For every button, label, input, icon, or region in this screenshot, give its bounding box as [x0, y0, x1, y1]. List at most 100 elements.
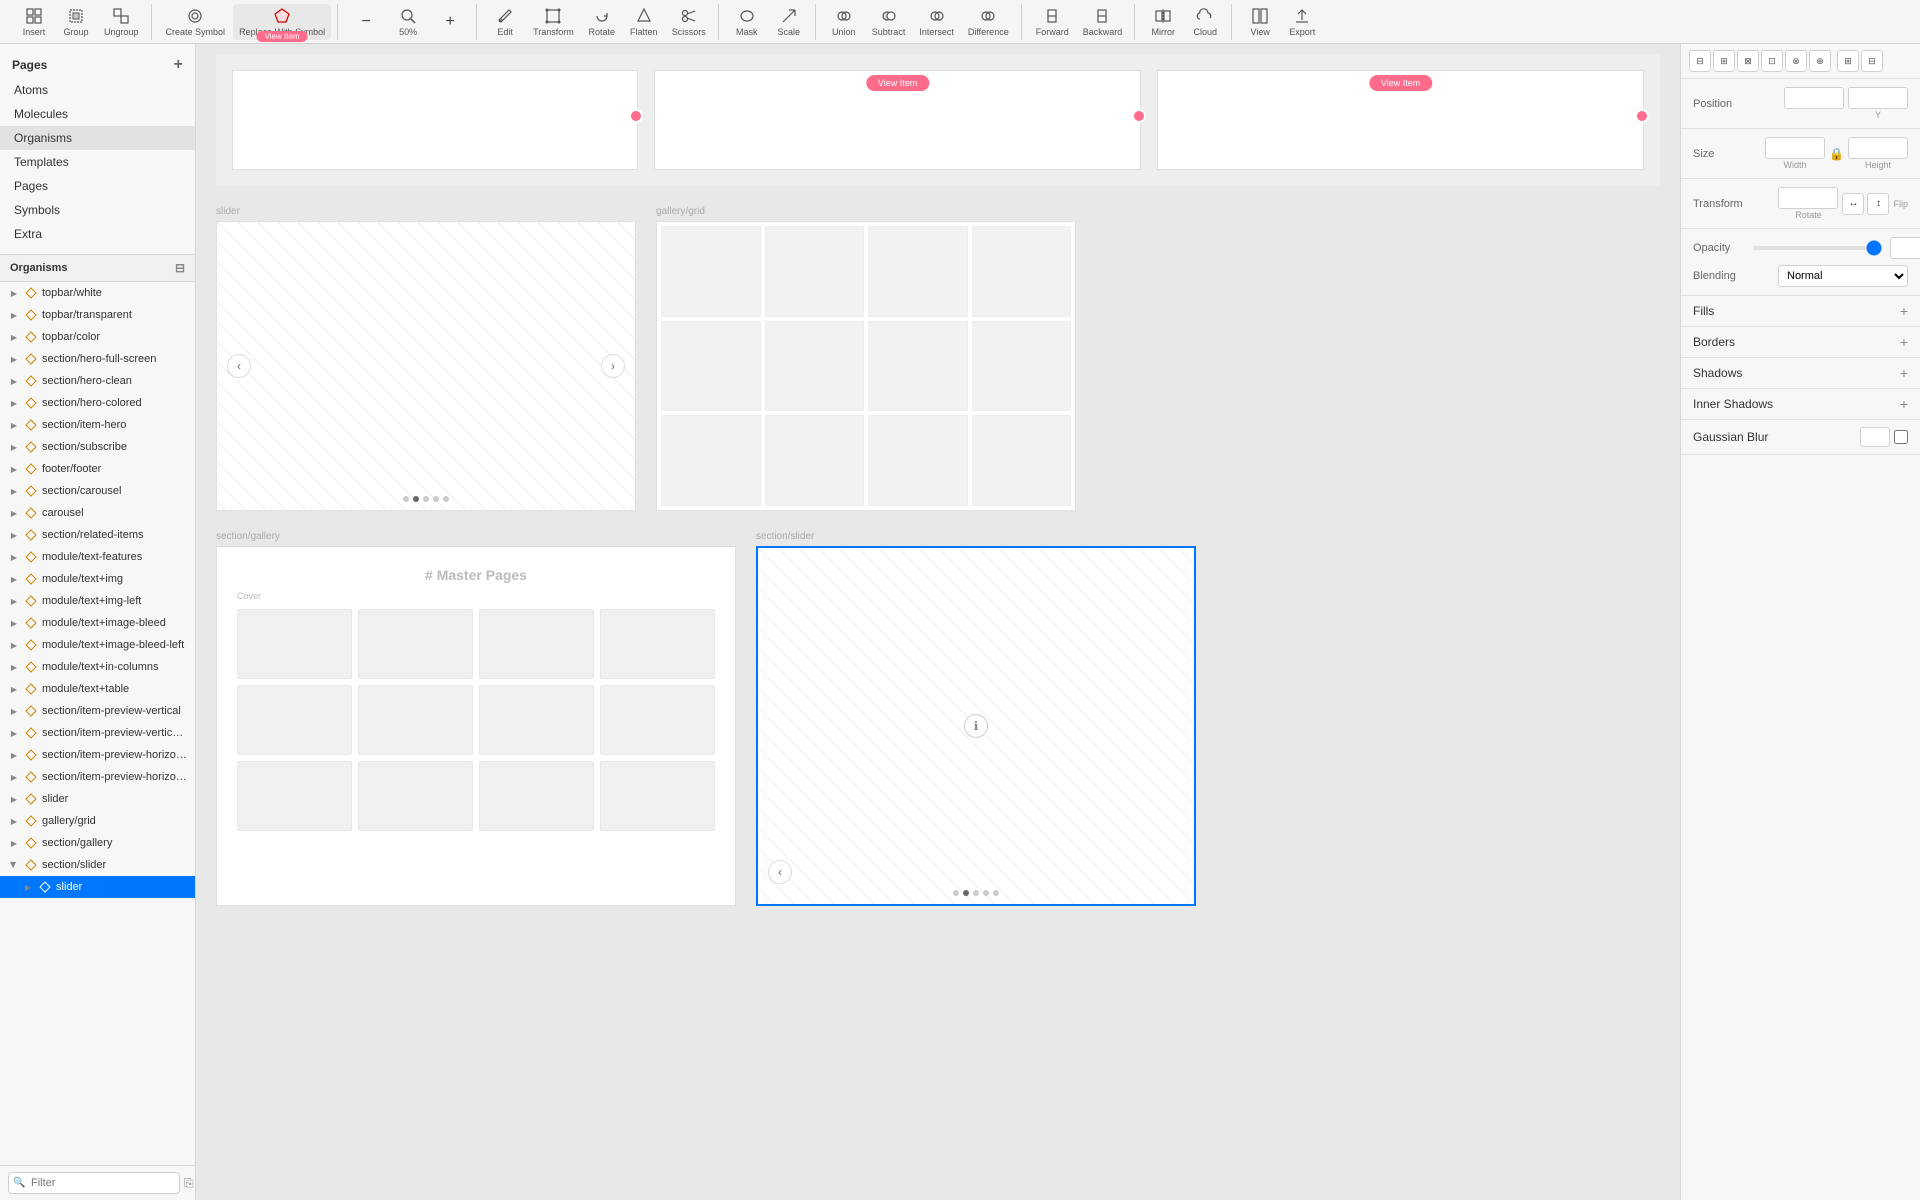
intersect-button[interactable]: Intersect [913, 4, 960, 40]
distribute-h-button[interactable]: ⊞ [1837, 50, 1859, 72]
layer-preview-horizontal-left[interactable]: ▶ section/item-preview-horizontal-left [0, 766, 195, 788]
mask-button[interactable]: Mask [727, 4, 767, 40]
sidebar-item-extra[interactable]: Extra [0, 222, 195, 246]
section-slider-dot-active[interactable] [963, 890, 969, 896]
search-input[interactable] [8, 1172, 180, 1194]
slider-dot[interactable] [433, 496, 439, 502]
zoom-plus-button[interactable]: + [430, 4, 470, 40]
mirror-button[interactable]: Mirror [1143, 4, 1183, 40]
layer-text-img-left[interactable]: ▶ module/text+img-left [0, 590, 195, 612]
scissors-button[interactable]: Scissors [666, 4, 712, 40]
add-page-button[interactable]: + [174, 56, 183, 74]
layers-collapse-button[interactable]: ⊟ [175, 261, 185, 275]
distribute-v-button[interactable]: ⊟ [1861, 50, 1883, 72]
section-slider-dot[interactable] [983, 890, 989, 896]
slider-dot-active[interactable] [413, 496, 419, 502]
flatten-button[interactable]: Flatten [624, 4, 664, 40]
slider-dot[interactable] [423, 496, 429, 502]
layer-carousel[interactable]: ▶ carousel [0, 502, 195, 524]
layer-carousel-section[interactable]: ▶ section/carousel [0, 480, 195, 502]
sidebar-item-templates[interactable]: Templates [0, 150, 195, 174]
gaussian-value-input[interactable] [1860, 427, 1890, 447]
layer-footer[interactable]: ▶ footer/footer [0, 458, 195, 480]
align-left-button[interactable]: ⊟ [1689, 50, 1711, 72]
section-slider-dot[interactable] [953, 890, 959, 896]
frame-connector-2[interactable] [1132, 109, 1146, 123]
align-top-button[interactable]: ⊡ [1761, 50, 1783, 72]
layer-related[interactable]: ▶ section/related-items [0, 524, 195, 546]
shadows-add-button[interactable]: + [1900, 365, 1908, 381]
section-slider-dot[interactable] [973, 890, 979, 896]
position-y-input[interactable] [1848, 87, 1908, 109]
view-item-btn-canvas-2[interactable]: View Item [1369, 75, 1432, 91]
opacity-slider[interactable] [1753, 246, 1882, 250]
align-bottom-button[interactable]: ⊕ [1809, 50, 1831, 72]
layer-hero-full[interactable]: ▶ section/hero-full-screen [0, 348, 195, 370]
position-x-input[interactable] [1784, 87, 1844, 109]
sidebar-item-organisms[interactable]: Organisms [0, 126, 195, 150]
align-center-h-button[interactable]: ⊞ [1713, 50, 1735, 72]
layer-preview-vertical-left[interactable]: ▶ section/item-preview-vertical-left [0, 722, 195, 744]
inner-shadows-add-button[interactable]: + [1900, 396, 1908, 412]
backward-button[interactable]: Backward [1077, 4, 1129, 40]
fills-add-button[interactable]: + [1900, 303, 1908, 319]
transform-button[interactable]: Transform [527, 4, 580, 40]
align-right-button[interactable]: ⊠ [1737, 50, 1759, 72]
opacity-input[interactable] [1890, 237, 1920, 259]
size-width-input[interactable] [1765, 137, 1825, 159]
layer-section-slider[interactable]: ▶ section/slider [0, 854, 195, 876]
layer-text-in-columns[interactable]: ▶ module/text+in-columns [0, 656, 195, 678]
inner-shadows-section[interactable]: Inner Shadows + [1681, 389, 1920, 420]
layer-text-image-bleed[interactable]: ▶ module/text+image-bleed [0, 612, 195, 634]
sidebar-item-pages[interactable]: Pages [0, 174, 195, 198]
borders-add-button[interactable]: + [1900, 334, 1908, 350]
layer-copy-button[interactable]: ⎘ [184, 1176, 194, 1191]
view-button[interactable]: View [1240, 4, 1280, 40]
borders-section[interactable]: Borders + [1681, 327, 1920, 358]
rotate-button[interactable]: Rotate [582, 4, 622, 40]
section-slider-arrow-left[interactable]: ‹ [768, 860, 792, 884]
layer-text-image-bleed-left[interactable]: ▶ module/text+image-bleed-left [0, 634, 195, 656]
flip-v-button[interactable]: ↕ [1867, 193, 1889, 215]
frame-connector-3[interactable] [1635, 109, 1649, 123]
subtract-button[interactable]: Subtract [866, 4, 912, 40]
sidebar-item-molecules[interactable]: Molecules [0, 102, 195, 126]
view-item-pill[interactable]: View Item [257, 31, 308, 42]
section-slider-dot[interactable] [993, 890, 999, 896]
section-slider-frame[interactable]: ℹ ‹ [756, 546, 1196, 906]
zoom-button[interactable]: 50% [388, 4, 428, 40]
edit-button[interactable]: Edit [485, 4, 525, 40]
union-button[interactable]: Union [824, 4, 864, 40]
forward-button[interactable]: Forward [1030, 4, 1075, 40]
sidebar-item-symbols[interactable]: Symbols [0, 198, 195, 222]
layer-slider[interactable]: ▶ slider [0, 788, 195, 810]
group-button[interactable]: Group [56, 4, 96, 40]
difference-button[interactable]: Difference [962, 4, 1015, 40]
layer-topbar-color[interactable]: ▶ topbar/color [0, 326, 195, 348]
size-height-input[interactable] [1848, 137, 1908, 159]
layer-text-img[interactable]: ▶ module/text+img [0, 568, 195, 590]
layer-item-hero[interactable]: ▶ section/item-hero [0, 414, 195, 436]
blending-select[interactable]: Normal [1778, 265, 1908, 287]
layer-hero-colored[interactable]: ▶ section/hero-colored [0, 392, 195, 414]
ungroup-button[interactable]: Ungroup [98, 4, 145, 40]
replace-symbol-button[interactable]: Replace With Symbol View Item [233, 4, 331, 40]
cloud-button[interactable]: Cloud [1185, 4, 1225, 40]
layer-text-features[interactable]: ▶ module/text-features [0, 546, 195, 568]
layer-section-gallery[interactable]: ▶ section/gallery [0, 832, 195, 854]
layer-preview-vertical[interactable]: ▶ section/item-preview-vertical [0, 700, 195, 722]
layer-gallery-grid[interactable]: ▶ gallery/grid [0, 810, 195, 832]
slider-arrow-left[interactable]: ‹ [227, 354, 251, 378]
insert-button[interactable]: Insert [14, 4, 54, 40]
zoom-minus-button[interactable]: − [346, 4, 386, 40]
scale-button[interactable]: Scale [769, 4, 809, 40]
canvas[interactable]: View Item View Item slider [196, 44, 1680, 1200]
slider-dot[interactable] [403, 496, 409, 502]
slider-dot[interactable] [443, 496, 449, 502]
view-item-btn-canvas[interactable]: View Item [866, 75, 929, 91]
gaussian-checkbox[interactable] [1894, 430, 1908, 444]
shadows-section[interactable]: Shadows + [1681, 358, 1920, 389]
align-center-v-button[interactable]: ⊗ [1785, 50, 1807, 72]
layer-topbar-transparent[interactable]: ▶ topbar/transparent [0, 304, 195, 326]
layer-subscribe[interactable]: ▶ section/subscribe [0, 436, 195, 458]
